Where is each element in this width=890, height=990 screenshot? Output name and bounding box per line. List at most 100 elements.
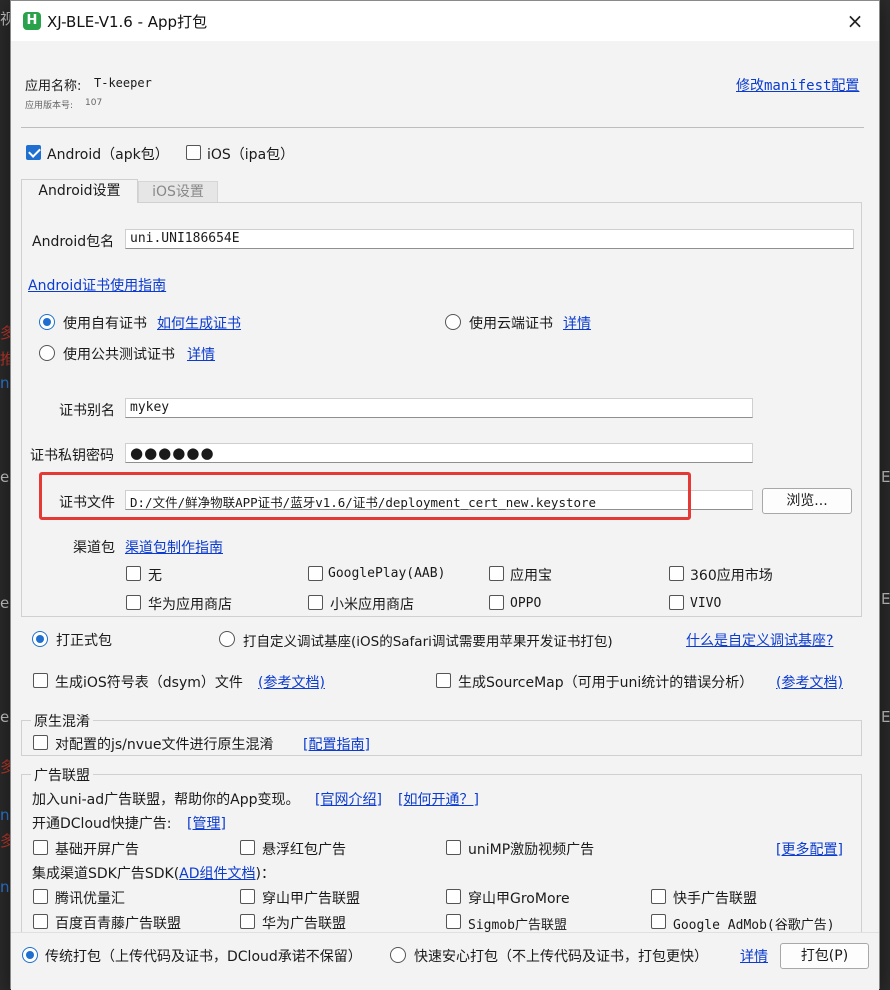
cloud-cert-label[interactable]: 使用云端证书 [469,313,553,333]
pangle-ad-label[interactable]: 穿山甲广告联盟 [262,888,360,908]
public-test-cert-radio[interactable] [39,345,55,361]
dsym-docs-link[interactable]: (参考文档) [258,672,325,692]
channel-360-label[interactable]: 360应用市场 [690,565,773,585]
splash-ad-label[interactable]: 基础开屏广告 [55,839,139,859]
channel-checkbox[interactable] [308,566,323,581]
ads-website-link[interactable]: [官网介绍] [315,789,382,809]
sourcemap-label[interactable]: 生成SourceMap（可用于uni统计的错误分析） [458,672,753,692]
sdk-ad-checkbox[interactable] [651,914,666,929]
background-edge-right: E [881,590,890,608]
sdk-ad-checkbox[interactable] [651,889,666,904]
custom-base-radio[interactable] [219,631,235,647]
sdk-ad-checkbox[interactable] [33,914,48,929]
channel-checkbox[interactable] [308,595,323,610]
quick-ad-checkbox[interactable] [446,840,461,855]
manifest-config-link[interactable]: 修改manifest配置 [736,75,859,95]
sourcemap-docs-link[interactable]: (参考文档) [776,672,843,692]
sdk-ad-checkbox[interactable] [33,889,48,904]
channel-checkbox[interactable] [489,595,504,610]
channel-checkbox[interactable] [669,566,684,581]
package-name-input[interactable]: uni.UNI186654E [125,229,854,249]
own-cert-label[interactable]: 使用自有证书 [63,313,147,333]
cert-password-input[interactable]: ●●●●●● [125,443,753,463]
obfuscation-label[interactable]: 对配置的js/nvue文件进行原生混淆 [55,734,274,754]
android-label[interactable]: Android（apk包） [47,144,169,164]
kuaishou-ad-label[interactable]: 快手广告联盟 [673,888,757,908]
package-name-label: Android包名 [32,234,115,250]
tab-ios[interactable]: iOS设置 [138,181,218,203]
tab-android[interactable]: Android设置 [21,179,138,203]
ad-component-docs-link[interactable]: AD组件文档 [179,866,255,882]
channel-guide-link[interactable]: 渠道包制作指南 [125,537,223,557]
gromore-ad-label[interactable]: 穿山甲GroMore [468,888,570,908]
cert-alias-label: 证书别名 [59,403,115,419]
channel-none-label[interactable]: 无 [148,565,162,585]
obfuscation-guide-link[interactable]: [配置指南] [303,734,370,754]
public-test-cert-details-link[interactable]: 详情 [187,344,215,364]
sdk-ads-label: 集成渠道SDK广告SDK(AD组件文档)： [32,863,275,883]
sdk-ad-checkbox[interactable] [240,914,255,929]
cloud-cert-radio[interactable] [445,314,461,330]
traditional-pack-radio[interactable] [22,947,38,963]
what-is-custom-base-link[interactable]: 什么是自定义调试基座? [686,630,833,650]
quick-ad-checkbox[interactable] [240,840,255,855]
cloud-cert-details-link[interactable]: 详情 [563,313,591,333]
red-packet-ad-label[interactable]: 悬浮红包广告 [262,839,346,859]
channel-checkbox[interactable] [126,595,141,610]
quick-ad-checkbox[interactable] [33,840,48,855]
traditional-pack-label[interactable]: 传统打包（上传代码及证书，DCloud承诺不保留） [45,946,362,966]
admob-ad-label[interactable]: Google AdMob(谷歌广告) [673,914,835,933]
close-icon[interactable]: × [841,7,869,35]
cert-alias-input[interactable]: mykey [125,398,753,418]
channel-oppo-label[interactable]: OPPO [510,596,541,611]
obfuscation-checkbox[interactable] [33,735,48,750]
quick-ads-manage-link[interactable]: [管理] [187,813,226,833]
browse-button[interactable]: 浏览... [762,488,852,514]
sdk-ads-label-suffix: )： [255,866,275,882]
channel-checkbox[interactable] [126,566,141,581]
channel-vivo-label[interactable]: VIVO [690,596,721,611]
pack-details-link[interactable]: 详情 [740,946,768,966]
ios-checkbox[interactable] [186,145,201,160]
custom-base-label[interactable]: 打自定义调试基座(iOS的Safari调试需要用苹果开发证书打包) [243,630,613,650]
ios-label[interactable]: iOS（ipa包） [207,144,294,164]
unimp-video-ad-label[interactable]: uniMP激励视频广告 [468,839,594,859]
channel-xiaomi-label[interactable]: 小米应用商店 [330,594,414,614]
fast-pack-label[interactable]: 快速安心打包（不上传代码及证书，打包更快） [414,946,708,966]
fast-pack-radio[interactable] [390,947,406,963]
dialog-content: 应用名称: T-keeper 应用版本号: 107 修改manifest配置 A… [11,41,879,990]
sdk-ad-checkbox[interactable] [446,889,461,904]
formal-build-radio[interactable] [32,631,48,647]
background-edge-left: n [0,374,10,392]
baidu-ad-label[interactable]: 百度百青藤广告联盟 [55,913,181,933]
sdk-ad-checkbox[interactable] [240,889,255,904]
cert-password-value: ●●●●●● [130,444,215,462]
title-bar[interactable]: H XJ-BLE-V1.6 - App打包 × [11,1,879,41]
app-pack-dialog: H XJ-BLE-V1.6 - App打包 × 应用名称: T-keeper 应… [10,0,880,990]
channel-checkbox[interactable] [669,595,684,610]
channel-googleplay-label[interactable]: GooglePlay(AAB) [328,566,445,581]
dsym-checkbox[interactable] [33,673,48,688]
android-cert-guide-link[interactable]: Android证书使用指南 [28,275,166,295]
more-config-link[interactable]: [更多配置] [776,839,843,859]
channel-yingyongbao-label[interactable]: 应用宝 [510,565,552,585]
sourcemap-checkbox[interactable] [436,673,451,688]
channel-label: 渠道包 [73,540,115,556]
own-cert-radio[interactable] [39,314,55,330]
huawei-ad-label[interactable]: 华为广告联盟 [262,913,346,933]
ads-how-to-open-link[interactable]: [如何开通？] [398,789,479,809]
formal-build-label[interactable]: 打正式包 [56,630,112,650]
hbuilder-icon: H [23,12,41,30]
sdk-ad-checkbox[interactable] [446,914,461,929]
android-checkbox[interactable] [26,145,41,160]
pack-button[interactable]: 打包(P) [780,943,869,969]
channel-huawei-label[interactable]: 华为应用商店 [148,594,232,614]
obfuscation-title: 原生混淆 [31,711,93,731]
dsym-label[interactable]: 生成iOS符号表（dsym）文件 [55,672,243,692]
channel-checkbox[interactable] [489,566,504,581]
sigmob-ad-label[interactable]: Sigmob广告联盟 [468,914,567,933]
divider [21,127,864,128]
how-to-generate-cert-link[interactable]: 如何生成证书 [157,313,241,333]
public-test-cert-label[interactable]: 使用公共测试证书 [63,344,175,364]
tencent-ad-label[interactable]: 腾讯优量汇 [55,888,125,908]
